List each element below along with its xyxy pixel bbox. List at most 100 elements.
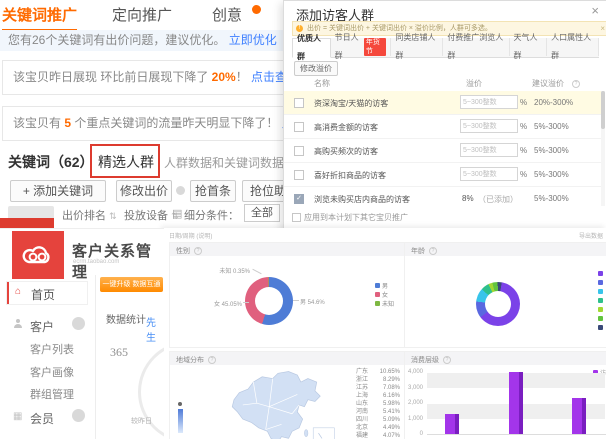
suggested-range: 5%-300% <box>534 146 569 155</box>
notice-text: 该宝贝有 <box>13 116 64 130</box>
legend-item[interactable] <box>598 296 603 305</box>
keyword-promotion-window: 关键词推广 定向推广 创意 您有26个关键词有出价问题，建议优化。 立即优化 查… <box>0 0 312 262</box>
legend-item[interactable]: 男 <box>375 281 394 290</box>
sidebar-item-customer[interactable]: 客户 <box>30 318 54 335</box>
modify-premium-button[interactable]: 修改溢价 <box>294 61 338 76</box>
sort-bid-rank[interactable]: 出价排名 ⇅ <box>62 207 117 223</box>
percent-suffix: % <box>520 122 527 131</box>
checkbox-icon[interactable] <box>294 170 304 180</box>
added-flag: （已添加） <box>478 194 518 205</box>
tab-creative[interactable]: 创意 <box>212 4 242 25</box>
help-circle-icon[interactable]: ? <box>443 356 451 364</box>
tab-label: 付费推广浏览人群 <box>447 29 504 65</box>
province-value: 10.65% <box>380 368 400 376</box>
dialog-tab-3[interactable]: 付费推广浏览人群 <box>443 38 509 56</box>
sidebar-item-group-manage[interactable]: 群组管理 <box>30 386 74 402</box>
legend-item[interactable] <box>598 314 603 323</box>
crowd-name: 喜好折扣商品的访客 <box>314 170 386 181</box>
one-click-upgrade-button[interactable]: 一键升级 数据互通 <box>100 277 163 292</box>
consumption-card-title: 消费层级 <box>411 355 439 365</box>
optimize-now-link[interactable]: 立即优化 <box>229 33 277 47</box>
export-data-link[interactable]: 导出数据 <box>579 231 603 240</box>
crowd-name: 高购买频次的访客 <box>314 146 378 157</box>
premium-input[interactable] <box>460 119 518 133</box>
close-icon[interactable]: × <box>591 3 599 18</box>
premium-input[interactable] <box>460 95 518 109</box>
legend-item[interactable] <box>598 269 603 278</box>
scrollbar-thumb[interactable] <box>601 91 605 129</box>
modify-bid-button[interactable]: 修改出价 <box>116 180 172 202</box>
province-row: 江苏7.08% <box>356 384 400 392</box>
dialog-tab-5[interactable]: 人口属性人群 <box>547 38 599 56</box>
province-value: 5.98% <box>383 400 400 408</box>
premium-input[interactable] <box>460 143 518 157</box>
age-card-title: 年龄 <box>411 246 425 256</box>
map-visual-legend <box>178 402 183 433</box>
impression-drop-notice: 该宝贝昨日展现 环比前日展现下降了 20%！ 点击查看 <box>2 60 312 95</box>
dialog-tab-4[interactable]: 天气人群 <box>510 38 548 56</box>
checkbox-icon[interactable] <box>294 98 304 108</box>
dismiss-notice-icon[interactable]: × <box>600 22 605 35</box>
legend-item[interactable] <box>598 305 603 314</box>
premium-input[interactable] <box>460 167 518 181</box>
add-keyword-button[interactable]: + 添加关键词 <box>10 180 106 202</box>
help-circle-icon[interactable]: ? <box>572 80 580 88</box>
legend-label: 女 <box>382 290 388 299</box>
donut-hole <box>255 287 283 315</box>
province-name: 河南 <box>356 408 368 416</box>
province-value: 7.08% <box>383 384 400 392</box>
x-axis <box>427 434 606 435</box>
province-name: 北京 <box>356 424 368 432</box>
dialog-tab-0[interactable]: 优质人群 <box>292 38 331 58</box>
bar-value-2300 <box>572 398 586 434</box>
checkbox-icon[interactable] <box>294 122 304 132</box>
suggested-range: 5%-300% <box>534 170 569 179</box>
tab-keywords-count[interactable]: 关键词（62） <box>8 152 94 172</box>
legend-item[interactable]: 女 <box>375 290 394 299</box>
legend-item[interactable] <box>598 278 603 287</box>
apply-to-plan-row[interactable]: 应用到本计划下其它宝贝推广 <box>292 212 408 223</box>
filter-value-dropdown[interactable]: 全部 <box>244 204 280 222</box>
sidebar-item-member[interactable]: 会员 <box>30 410 54 427</box>
checkbox-icon[interactable]: ✓ <box>294 194 304 204</box>
sidebar-item-customer-list[interactable]: 客户列表 <box>30 341 74 357</box>
suggested-range: 5%-300% <box>534 122 569 131</box>
tab-selected-crowd[interactable]: 精选人群 <box>98 152 154 172</box>
help-circle-icon[interactable]: ? <box>429 247 437 255</box>
suggested-range: 5%-300% <box>534 194 569 203</box>
crm-url: ecrm.taobao.com <box>73 259 119 265</box>
sort-device[interactable]: 投放设备 ⇅ <box>124 207 179 223</box>
tab-keyword-promotion[interactable]: 关键词推广 <box>2 4 77 32</box>
legend-item[interactable] <box>598 323 603 332</box>
dialog-tab-1[interactable]: 节日人群年货节 <box>331 38 392 56</box>
cloud-logo-icon <box>21 242 55 268</box>
legend-item[interactable] <box>598 287 603 296</box>
gender-legend: 男女未知 <box>375 281 394 308</box>
tab-targeted-promotion[interactable]: 定向推广 <box>112 4 172 25</box>
col-premium: 溢价 <box>466 78 482 89</box>
checkbox-icon[interactable] <box>294 146 304 156</box>
label-male: 男 54.6% <box>300 297 325 306</box>
help-circle-icon[interactable] <box>176 186 185 195</box>
grab-top-button[interactable]: 抢首条 <box>190 180 236 202</box>
legend-gradient-bar <box>178 409 183 433</box>
active-indicator <box>7 282 9 304</box>
legend-item[interactable]: 未知 <box>375 299 394 308</box>
province-value: 5.09% <box>383 416 400 424</box>
crowd-table-body: 资深淘宝/天猫的访客%20%-300%高消费金额的访客%5%-300%高购买频次… <box>284 91 602 209</box>
china-map <box>196 368 360 439</box>
sidebar-item-label: 首页 <box>31 286 55 303</box>
table-row: 高购买频次的访客%5%-300% <box>284 139 602 163</box>
province-name: 山东 <box>356 400 368 408</box>
dialog-tab-2[interactable]: 同类店铺人群 <box>391 38 443 56</box>
sidebar-item-customer-profile[interactable]: 客户画像 <box>30 364 74 380</box>
percent-suffix: % <box>520 98 527 107</box>
help-circle-icon[interactable]: ? <box>194 247 202 255</box>
checkbox-icon[interactable] <box>292 213 301 222</box>
table-row: 喜好折扣商品的访客%5%-300% <box>284 163 602 187</box>
help-circle-icon[interactable]: ? <box>208 356 216 364</box>
gender-card-title: 性别 <box>176 246 190 256</box>
legend-dot-icon <box>375 301 380 306</box>
sidebar-item-home[interactable]: ⌂ 首页 <box>6 281 88 305</box>
province-value: 8.29% <box>383 376 400 384</box>
